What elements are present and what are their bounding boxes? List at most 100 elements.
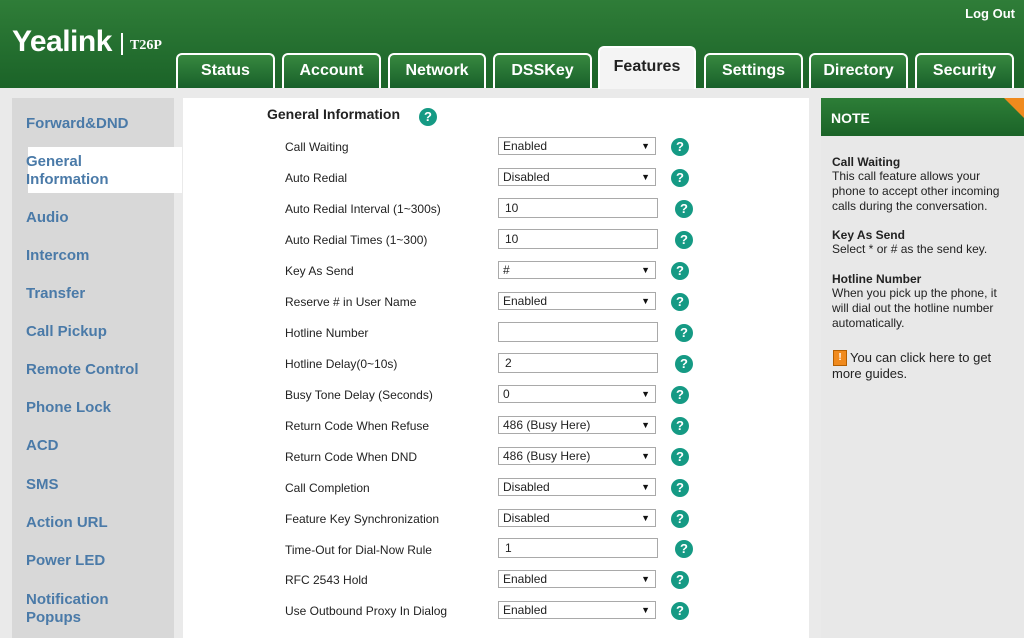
tab-security[interactable]: Security xyxy=(915,53,1014,88)
dropdown-arrow-icon: ▼ xyxy=(641,389,650,399)
help-icon[interactable]: ? xyxy=(675,200,693,218)
dial-now-timeout-input[interactable]: 1 xyxy=(498,538,658,558)
help-icon[interactable]: ? xyxy=(671,448,689,466)
note-heading: Call Waiting xyxy=(832,155,901,169)
row-label: Time-Out for Dial-Now Rule xyxy=(285,543,432,557)
busy-tone-delay-select[interactable]: 0 ▼ xyxy=(498,385,656,403)
note-text: When you pick up the phone, it will dial… xyxy=(832,286,997,330)
sidebar-item-acd[interactable]: ACD xyxy=(26,437,59,455)
row-label: Auto Redial Interval (1~300s) xyxy=(285,202,441,216)
return-code-dnd-select[interactable]: 486 (Busy Here) ▼ xyxy=(498,447,656,465)
dropdown-arrow-icon: ▼ xyxy=(641,296,650,306)
help-icon[interactable]: ? xyxy=(675,324,693,342)
select-value: # xyxy=(503,263,510,277)
select-value: 486 (Busy Here) xyxy=(503,449,591,463)
note-heading: Key As Send xyxy=(832,228,905,242)
help-icon[interactable]: ? xyxy=(675,355,693,373)
row-label: Return Code When DND xyxy=(285,450,418,464)
help-icon[interactable]: ? xyxy=(671,479,689,497)
row-label: Busy Tone Delay (Seconds) xyxy=(285,388,433,402)
select-value: 486 (Busy Here) xyxy=(503,418,591,432)
model-label: T26P xyxy=(130,38,162,53)
hotline-number-input[interactable] xyxy=(498,322,658,342)
tab-network[interactable]: Network xyxy=(388,53,486,88)
help-icon[interactable]: ? xyxy=(671,386,689,404)
select-value: Enabled xyxy=(503,572,548,586)
sidebar-item-forward-dnd[interactable]: Forward&DND xyxy=(26,115,129,133)
sidebar-item-audio[interactable]: Audio xyxy=(26,209,69,227)
sidebar-item-action-url[interactable]: Action URL xyxy=(26,514,108,532)
note-heading: Hotline Number xyxy=(832,272,922,286)
tab-features[interactable]: Features xyxy=(598,46,696,89)
help-icon[interactable]: ? xyxy=(671,169,689,187)
row-label: Return Code When Refuse xyxy=(285,419,430,433)
help-icon[interactable]: ? xyxy=(671,138,689,156)
rfc2543-hold-select[interactable]: Enabled ▼ xyxy=(498,570,656,588)
tab-settings[interactable]: Settings xyxy=(704,53,803,88)
brand-logo: Yealink xyxy=(12,25,112,58)
logout-link[interactable]: Log Out xyxy=(965,6,1015,21)
help-icon[interactable]: ? xyxy=(671,293,689,311)
key-as-send-select[interactable]: # ▼ xyxy=(498,261,656,279)
help-icon[interactable]: ? xyxy=(675,231,693,249)
dropdown-arrow-icon: ▼ xyxy=(641,482,650,492)
tab-directory[interactable]: Directory xyxy=(809,53,908,88)
select-value: Enabled xyxy=(503,139,548,153)
row-label: Auto Redial xyxy=(285,171,348,185)
sidebar-item-power-led[interactable]: Power LED xyxy=(26,552,105,570)
select-value: Disabled xyxy=(503,170,550,184)
help-icon[interactable]: ? xyxy=(419,108,437,126)
tab-dsskey[interactable]: DSSKey xyxy=(493,53,592,88)
auto-redial-interval-input[interactable]: 10 xyxy=(498,198,658,218)
dropdown-arrow-icon: ▼ xyxy=(641,172,650,182)
sidebar-item-sms[interactable]: SMS xyxy=(26,476,59,494)
row-label: Reserve # in User Name xyxy=(285,295,417,309)
sidebar-item-intercom[interactable]: Intercom xyxy=(26,247,89,265)
feature-key-sync-select[interactable]: Disabled ▼ xyxy=(498,509,656,527)
row-label: Hotline Delay(0~10s) xyxy=(285,357,398,371)
sidebar-item-phone-lock[interactable]: Phone Lock xyxy=(26,399,111,417)
hotline-delay-input[interactable]: 2 xyxy=(498,353,658,373)
select-value: Disabled xyxy=(503,511,550,525)
logo-divider xyxy=(121,33,123,55)
reserve-hash-select[interactable]: Enabled ▼ xyxy=(498,292,656,310)
tab-status[interactable]: Status xyxy=(176,53,275,88)
tab-account[interactable]: Account xyxy=(282,53,381,88)
help-icon[interactable]: ? xyxy=(671,510,689,528)
sidebar-item-general-information[interactable]: General Information xyxy=(26,153,136,189)
row-label: Feature Key Synchronization xyxy=(285,512,440,526)
row-label: Auto Redial Times (1~300) xyxy=(285,233,428,247)
select-value: 0 xyxy=(503,387,510,401)
note-text: Select * or # as the send key. xyxy=(832,242,988,256)
sidebar-item-transfer[interactable]: Transfer xyxy=(26,285,85,303)
row-label: Hotline Number xyxy=(285,326,369,340)
dropdown-arrow-icon: ▼ xyxy=(641,451,650,461)
select-value: Enabled xyxy=(503,294,548,308)
row-label: RFC 2543 Hold xyxy=(285,573,368,587)
auto-redial-times-input[interactable]: 10 xyxy=(498,229,658,249)
note-text: This call feature allows your phone to a… xyxy=(832,169,1000,213)
call-completion-select[interactable]: Disabled ▼ xyxy=(498,478,656,496)
row-label: Call Waiting xyxy=(285,140,349,154)
dropdown-arrow-icon: ▼ xyxy=(641,574,650,584)
guide-link[interactable]: You can click here to get more guides. xyxy=(832,350,1012,382)
help-icon[interactable]: ? xyxy=(671,417,689,435)
sidebar-item-call-pickup[interactable]: Call Pickup xyxy=(26,323,107,341)
dropdown-arrow-icon: ▼ xyxy=(641,420,650,430)
guide-book-icon: ! xyxy=(833,350,847,366)
auto-redial-select[interactable]: Disabled ▼ xyxy=(498,168,656,186)
help-icon[interactable]: ? xyxy=(671,602,689,620)
return-code-refuse-select[interactable]: 486 (Busy Here) ▼ xyxy=(498,416,656,434)
select-value: Enabled xyxy=(503,603,548,617)
help-icon[interactable]: ? xyxy=(675,540,693,558)
outbound-proxy-dialog-select[interactable]: Enabled ▼ xyxy=(498,601,656,619)
row-label: Use Outbound Proxy In Dialog xyxy=(285,604,448,618)
call-waiting-select[interactable]: Enabled ▼ xyxy=(498,137,656,155)
select-value: Disabled xyxy=(503,480,550,494)
note-title: NOTE xyxy=(831,110,870,126)
dropdown-arrow-icon: ▼ xyxy=(641,265,650,275)
sidebar-item-notification-popups[interactable]: Notification Popups xyxy=(26,591,126,627)
help-icon[interactable]: ? xyxy=(671,262,689,280)
sidebar-item-remote-control[interactable]: Remote Control xyxy=(26,361,139,379)
help-icon[interactable]: ? xyxy=(671,571,689,589)
